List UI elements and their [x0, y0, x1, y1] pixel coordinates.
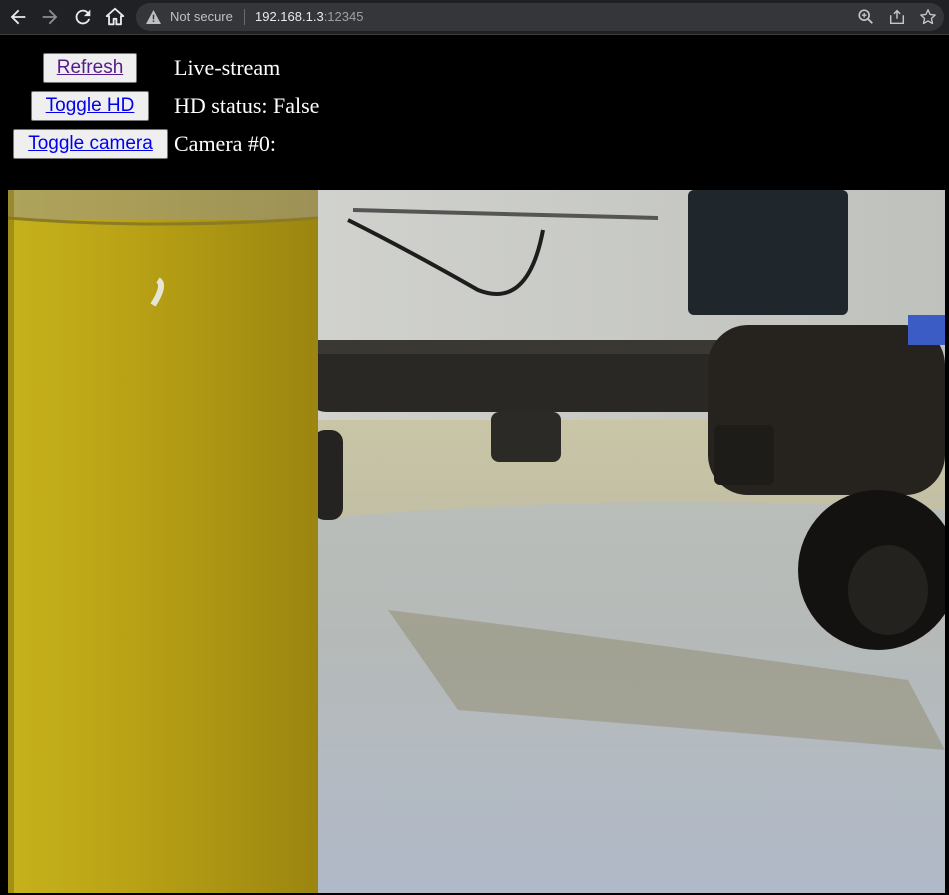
stream-title: Live-stream	[174, 55, 281, 80]
zoom-icon[interactable]	[857, 8, 875, 26]
url-host: 192.168.1.3	[255, 9, 324, 24]
share-icon[interactable]	[888, 8, 906, 26]
browser-toolbar: Not secure 192.168.1.3:12345	[0, 0, 949, 35]
home-icon[interactable]	[104, 6, 126, 28]
bookmark-star-icon[interactable]	[919, 8, 937, 26]
page-body: Refresh Live-stream Toggle HD HD status:…	[0, 36, 949, 895]
camera-label: Camera #0:	[174, 131, 277, 156]
toggle-camera-button[interactable]: Toggle camera	[13, 129, 168, 159]
reload-icon[interactable]	[72, 6, 94, 28]
warning-icon[interactable]	[146, 10, 161, 24]
security-label[interactable]: Not secure	[170, 9, 233, 24]
toggle-hd-button[interactable]: Toggle HD	[31, 91, 149, 121]
refresh-button[interactable]: Refresh	[43, 53, 137, 83]
camera-stream-image	[8, 190, 945, 893]
forward-arrow-icon[interactable]	[39, 6, 61, 28]
address-bar[interactable]: Not secure 192.168.1.3:12345	[136, 3, 944, 31]
divider	[244, 9, 245, 25]
back-arrow-icon[interactable]	[7, 6, 29, 28]
url-port: :12345	[323, 9, 364, 24]
url-text[interactable]: 192.168.1.3:12345	[255, 9, 363, 24]
hd-status: HD status: False	[174, 93, 320, 118]
